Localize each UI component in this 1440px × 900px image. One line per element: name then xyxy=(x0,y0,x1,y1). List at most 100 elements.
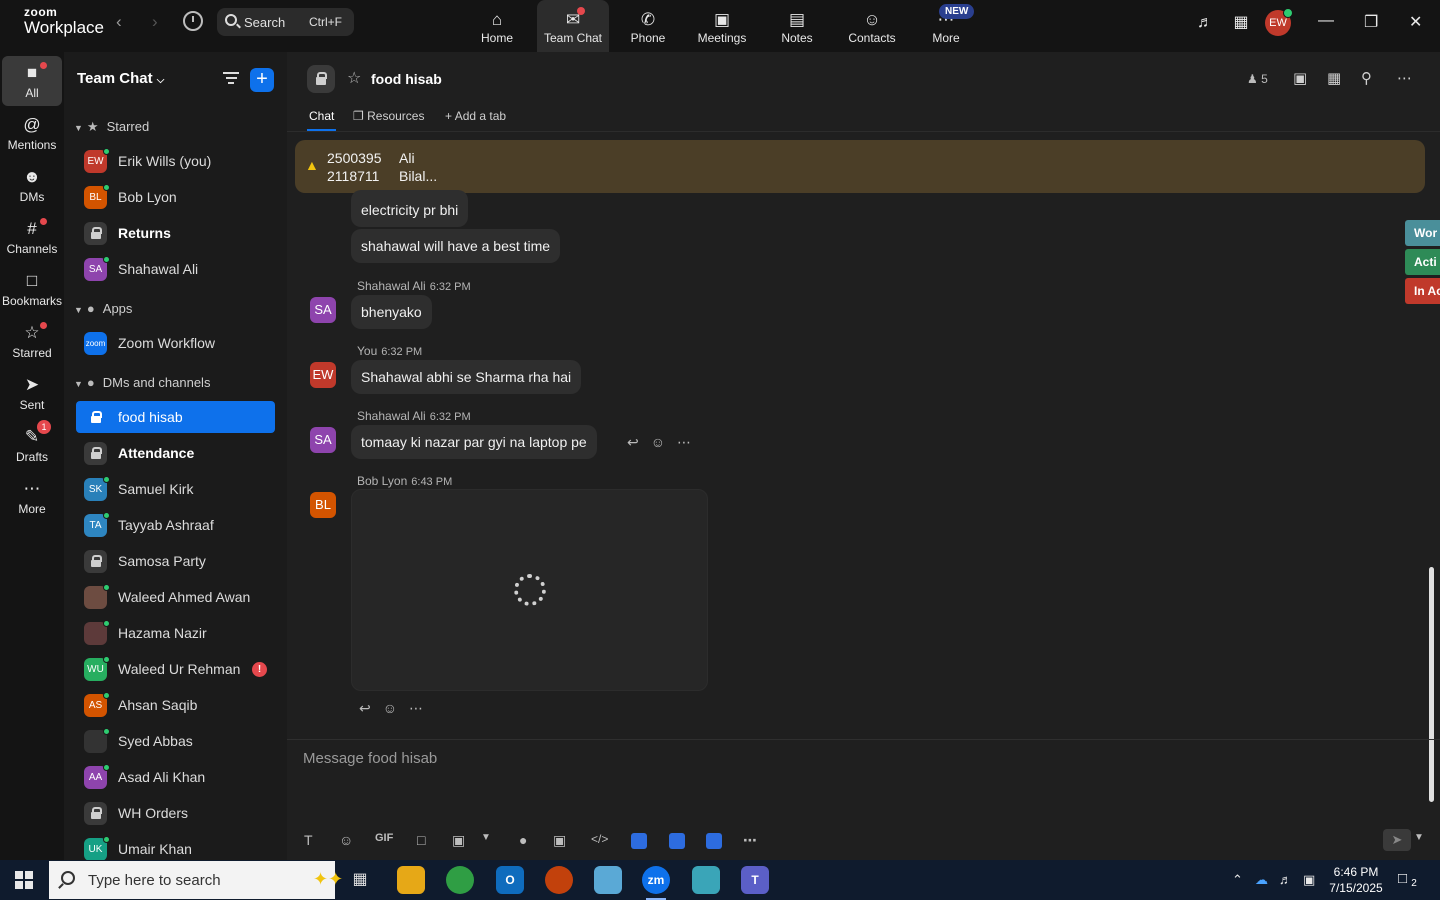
microphone-icon[interactable]: ● xyxy=(519,832,527,848)
taskbar-clock[interactable]: 6:46 PM 7/15/2025 xyxy=(1324,864,1388,896)
bell-icon[interactable]: ♬ xyxy=(1194,12,1216,34)
rail-item-all[interactable]: ■ All xyxy=(2,56,62,106)
video-icon[interactable]: ▣ xyxy=(1293,69,1307,87)
onedrive-icon[interactable]: ☁ xyxy=(1255,872,1268,888)
sidebar-item[interactable]: TA Tayyab Ashraaf xyxy=(76,509,275,541)
sidebar-item[interactable]: EW Erik Wills (you) xyxy=(76,145,275,177)
emoji-icon[interactable]: ☺ xyxy=(339,832,353,848)
app-shortcut-icon[interactable] xyxy=(706,833,722,849)
section-starred[interactable]: ▼ ★ Starred xyxy=(74,119,149,135)
tab-resources[interactable]: ❐ Resources xyxy=(353,109,424,123)
task-view-icon[interactable]: ▦ xyxy=(346,866,374,894)
avatar[interactable]: SA xyxy=(310,427,336,453)
message-bubble[interactable]: bhenyako xyxy=(351,295,432,329)
more-icon[interactable]: ⋯ xyxy=(743,832,757,849)
outlook-icon[interactable]: O xyxy=(496,866,524,894)
avatar[interactable]: EW xyxy=(310,362,336,388)
sidebar-item[interactable]: zoom Zoom Workflow xyxy=(76,327,275,359)
rail-item-sent[interactable]: ➤ Sent xyxy=(2,368,62,418)
rail-item-bookmarks[interactable]: □ Bookmarks xyxy=(2,264,62,314)
message-bubble[interactable]: shahawal will have a best time xyxy=(351,229,561,263)
emoji-icon[interactable]: ☺ xyxy=(651,434,665,450)
sidebar-item[interactable]: Samosa Party xyxy=(76,545,275,577)
file-explorer-icon[interactable] xyxy=(397,866,425,894)
section-dms-channels[interactable]: ▼ ● DMs and channels xyxy=(74,375,210,390)
sidebar-item[interactable]: WU Waleed Ur Rehman! xyxy=(76,653,275,685)
rail-item-mentions[interactable]: @ Mentions xyxy=(2,108,62,158)
more-icon[interactable]: ⋯ xyxy=(409,700,423,716)
chrome-profile-icon[interactable] xyxy=(545,866,573,894)
close-button[interactable]: ✕ xyxy=(1409,12,1422,32)
calendar-icon[interactable]: ▦ xyxy=(1230,12,1252,34)
sidebar-item[interactable]: WH Orders xyxy=(76,797,275,829)
back-arrow-icon[interactable]: ‹ xyxy=(116,12,122,32)
calendar-icon[interactable]: ▦ xyxy=(1327,69,1341,87)
sidebar-title[interactable]: Team Chat ⌵ xyxy=(77,70,164,87)
avatar[interactable]: BL xyxy=(310,492,336,518)
rail-item-drafts[interactable]: ✎ 1 Drafts xyxy=(2,420,62,470)
tab-chat[interactable]: Chat xyxy=(306,109,337,131)
emoji-icon[interactable]: ☺ xyxy=(383,700,397,716)
history-icon[interactable] xyxy=(183,11,203,31)
more-icon[interactable]: ⋯ xyxy=(677,434,691,450)
message-bubble[interactable]: Shahawal abhi se Sharma rha hai xyxy=(351,360,582,394)
video-message-icon[interactable]: ▣ xyxy=(553,832,566,849)
rail-item-more[interactable]: ⋯ More xyxy=(2,472,62,522)
pinned-message[interactable]: ▲ 2500395 Ali 2118711 Bilal... xyxy=(295,140,1425,193)
nav-tab-meetings[interactable]: ▣ Meetings xyxy=(686,0,758,52)
rail-item-dms[interactable]: ☻ DMs xyxy=(2,160,62,210)
nav-tab-home[interactable]: ⌂ Home xyxy=(461,0,533,52)
new-chat-button[interactable]: + xyxy=(250,68,274,92)
app-icon[interactable] xyxy=(594,866,622,894)
forward-arrow-icon[interactable]: › xyxy=(152,12,158,32)
search-icon[interactable]: ⚲ xyxy=(1361,69,1372,87)
chevron-down-icon[interactable]: ▼ xyxy=(1414,832,1424,843)
sidebar-item[interactable]: food hisab xyxy=(76,401,275,433)
taskbar-search-input[interactable]: Type here to search ✦✦ xyxy=(49,861,343,899)
app-shortcut-icon[interactable] xyxy=(631,833,647,849)
gif-icon[interactable]: GIF xyxy=(375,832,393,844)
notification-center-icon[interactable]: □ 2 xyxy=(1398,870,1420,890)
member-count[interactable]: ♟ 5 xyxy=(1247,72,1268,86)
zoom-taskbar-icon[interactable]: zm xyxy=(642,866,670,900)
chrome-icon[interactable] xyxy=(446,866,474,894)
user-avatar[interactable]: EW xyxy=(1265,8,1293,36)
volume-icon[interactable]: ♬ xyxy=(1279,872,1292,887)
nav-tab-team-chat[interactable]: ✉ Team Chat xyxy=(537,0,609,52)
more-options-icon[interactable]: ⋯ xyxy=(1397,69,1412,87)
send-button[interactable]: ➤ xyxy=(1383,829,1411,851)
code-icon[interactable]: </> xyxy=(591,832,608,846)
rail-item-channels[interactable]: # Channels xyxy=(2,212,62,262)
channel-title[interactable]: food hisab xyxy=(371,71,442,87)
rail-item-starred[interactable]: ☆ Starred xyxy=(2,316,62,366)
minimize-button[interactable]: — xyxy=(1318,12,1334,30)
sidebar-item[interactable]: Waleed Ahmed Awan xyxy=(76,581,275,613)
scrollbar-thumb[interactable] xyxy=(1429,567,1434,802)
nav-tab-phone[interactable]: ✆ Phone xyxy=(612,0,684,52)
sidebar-item[interactable]: AS Ahsan Saqib xyxy=(76,689,275,721)
file-icon[interactable]: □ xyxy=(417,832,425,848)
sidebar-item[interactable]: Hazama Nazir xyxy=(76,617,275,649)
sidebar-item[interactable]: UK Umair Khan xyxy=(76,833,275,860)
reply-icon[interactable]: ↩ xyxy=(627,434,639,450)
teams-icon[interactable]: T xyxy=(741,866,769,894)
sidebar-item[interactable]: Returns xyxy=(76,217,275,249)
sidebar-item[interactable]: Attendance xyxy=(76,437,275,469)
chevron-up-icon[interactable]: ⌃ xyxy=(1232,872,1243,888)
filter-icon[interactable] xyxy=(223,72,239,86)
sidebar-item[interactable]: Syed Abbas xyxy=(76,725,275,757)
avatar[interactable]: SA xyxy=(310,297,336,323)
network-icon[interactable]: ▣ xyxy=(1303,872,1315,888)
reply-icon[interactable]: ↩ xyxy=(359,700,371,716)
chevron-down-icon[interactable]: ▼ xyxy=(481,832,491,843)
windows-start-icon[interactable] xyxy=(15,871,33,889)
sidebar-item[interactable]: SK Samuel Kirk xyxy=(76,473,275,505)
sidebar-item[interactable]: SA Shahawal Ali xyxy=(76,253,275,285)
star-icon[interactable]: ☆ xyxy=(347,68,361,88)
message-input[interactable]: Message food hisab xyxy=(303,750,437,767)
text-format-icon[interactable]: T xyxy=(304,832,313,848)
nav-tab-notes[interactable]: ▤ Notes xyxy=(761,0,833,52)
app-icon[interactable] xyxy=(692,866,720,894)
nav-tab-contacts[interactable]: ☺ Contacts xyxy=(836,0,908,52)
search-input[interactable]: Search Ctrl+F xyxy=(217,8,354,36)
